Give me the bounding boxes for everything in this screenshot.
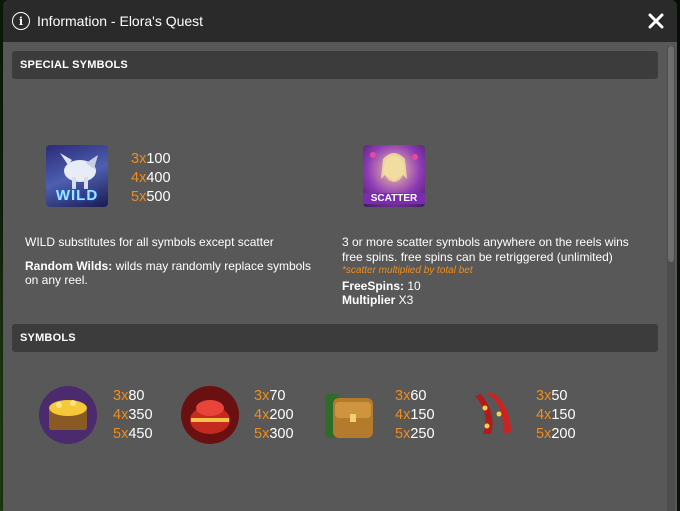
freespins-text: FreeSpins: 10 [342, 278, 421, 293]
pay-row: 4x150 [395, 407, 435, 423]
special-symbols-header: SPECIAL SYMBOLS [12, 51, 658, 79]
scrollbar-thumb[interactable] [668, 46, 674, 262]
wild-description: WILD substitutes for all symbols except … [25, 235, 315, 288]
red-ribbon-icon [461, 384, 523, 446]
wild-symbol-icon: WILD [46, 145, 108, 207]
pay-row: 5x250 [395, 426, 435, 442]
symbol-paytable: 3x50 4x150 5x200 [536, 387, 576, 444]
random-wilds-text: Random Wilds: wilds may randomly replace… [25, 258, 311, 288]
scatter-description: 3 or more scatter symbols anywhere on th… [342, 235, 632, 308]
symbol-paytable: 3x80 4x350 5x450 [113, 387, 153, 444]
pay-row: 3x50 [536, 388, 568, 404]
pay-row: 3x80 [113, 388, 145, 404]
pay-row: 4x150 [536, 407, 576, 423]
scatter-note: *scatter multiplied by total bet [342, 265, 473, 276]
info-modal: i Information - Elora's Quest SPECIAL SY… [3, 0, 677, 511]
symbol-paytable: 3x60 4x150 5x250 [395, 387, 435, 444]
modal-titlebar: i Information - Elora's Quest [3, 0, 677, 42]
pay-row: 4x350 [113, 407, 153, 423]
close-icon [648, 13, 664, 29]
modal-title: Information - Elora's Quest [37, 13, 204, 29]
info-icon: i [12, 12, 30, 30]
scrollbar[interactable] [667, 46, 675, 511]
symbol-paytable: 3x70 4x200 5x300 [254, 387, 294, 444]
treasure-chest-icon [37, 384, 99, 446]
pay-row: 5x450 [113, 426, 153, 442]
pay-row: 5x200 [536, 426, 576, 442]
pay-row: 3x60 [395, 388, 427, 404]
wild-pay-row: 3x100 [131, 151, 171, 167]
pay-row: 4x200 [254, 407, 294, 423]
satchel-icon [319, 384, 381, 446]
close-button[interactable] [641, 6, 671, 36]
scatter-symbol-icon: SCATTER [363, 145, 425, 207]
red-bowl-icon [179, 384, 241, 446]
multiplier-text: Multiplier X3 [342, 293, 414, 307]
pay-row: 5x300 [254, 426, 294, 442]
wild-pay-row: 4x400 [131, 170, 171, 186]
wild-paytable: 3x100 4x400 5x500 [131, 150, 171, 207]
symbols-header: SYMBOLS [12, 324, 658, 352]
pay-row: 3x70 [254, 388, 286, 404]
wild-pay-row: 5x500 [131, 189, 171, 205]
